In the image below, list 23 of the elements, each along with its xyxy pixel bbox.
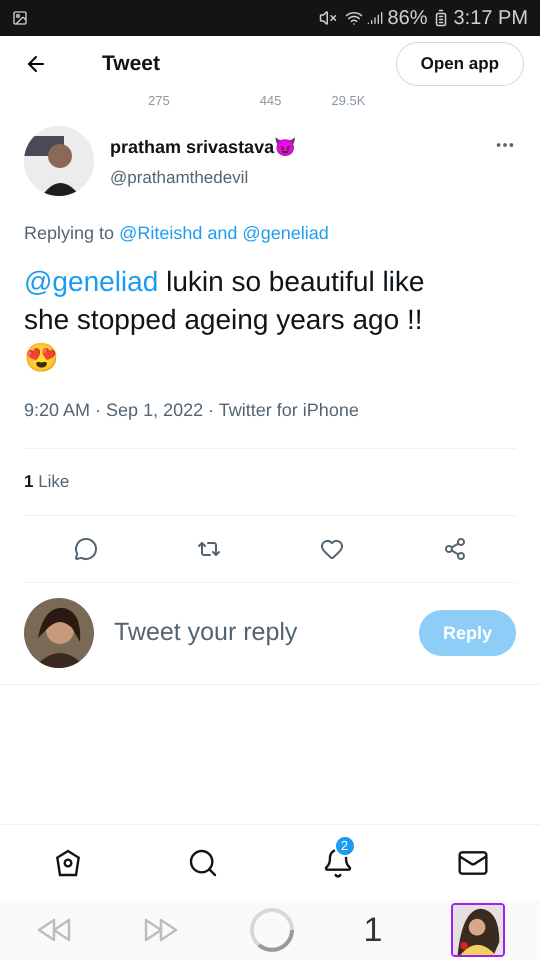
likes-count: 1	[24, 472, 34, 491]
wifi-icon	[345, 9, 364, 27]
battery-percent: 86%	[387, 6, 428, 31]
page-title: Tweet	[102, 51, 160, 78]
replying-label: Replying to	[24, 223, 114, 243]
mute-icon	[319, 9, 338, 27]
tweet-text: @geneliad lukin so beautiful like she stopped ageing years ago !! 😍	[24, 265, 426, 375]
retweet-count: 445	[260, 94, 282, 108]
share-icon[interactable]	[442, 536, 466, 560]
tab-count[interactable]: 1	[364, 904, 382, 956]
username: @prathamthedevil	[110, 167, 250, 189]
display-name: pratham srivastava😈	[110, 136, 298, 159]
tweet-timestamp: 9:20 AM · Sep 1, 2022 · Twitter for iPhone	[24, 399, 360, 422]
open-app-button[interactable]: Open app	[396, 42, 524, 86]
signal-icon	[367, 10, 384, 26]
reply-count: 275	[148, 94, 170, 108]
clock: 3:17 PM	[454, 6, 528, 31]
like-count: 29.5K	[331, 94, 366, 108]
gallery-icon	[12, 10, 28, 26]
likes-label[interactable]: Like	[38, 472, 70, 491]
reply-icon[interactable]	[74, 536, 98, 560]
loading-spinner-icon	[248, 907, 295, 953]
notification-badge: 2	[334, 834, 356, 856]
